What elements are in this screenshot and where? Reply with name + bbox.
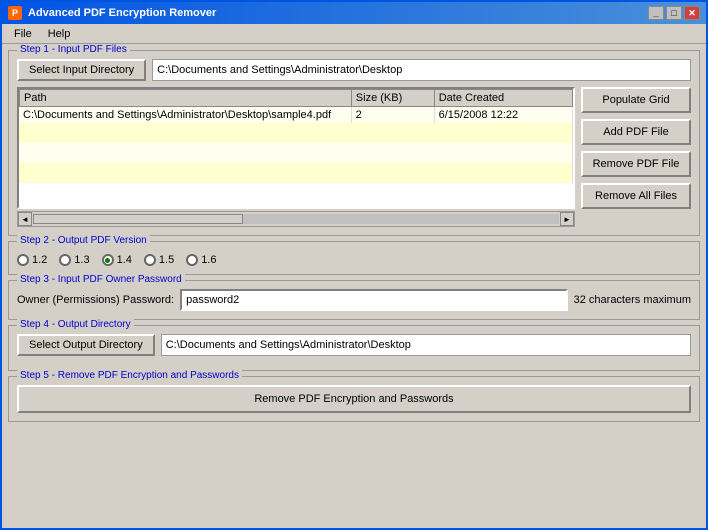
window-title: Advanced PDF Encryption Remover (28, 7, 648, 19)
scroll-track[interactable] (33, 214, 559, 224)
max-chars-label: 32 characters maximum (574, 294, 691, 306)
col-path: Path (20, 90, 352, 107)
step4-section: Step 4 - Output Directory Select Output … (8, 325, 700, 371)
menu-bar: File Help (2, 24, 706, 44)
step5-label: Step 5 - Remove PDF Encryption and Passw… (17, 370, 242, 381)
menu-file[interactable]: File (6, 26, 40, 42)
table-wrapper: Path Size (KB) Date Created C:\Docu (17, 87, 575, 227)
file-data-table: C:\Documents and Settings\Administrator\… (19, 107, 573, 183)
step5-section: Step 5 - Remove PDF Encryption and Passw… (8, 376, 700, 422)
populate-grid-button[interactable]: Populate Grid (581, 87, 691, 113)
radio-label-v16: 1.6 (201, 254, 216, 266)
radio-circle-v16[interactable] (186, 254, 198, 266)
step3-label: Step 3 - Input PDF Owner Password (17, 274, 185, 285)
version-radio-group: 1.2 1.3 1.4 1.5 1.6 (17, 254, 691, 266)
input-path-display: C:\Documents and Settings\Administrator\… (152, 59, 691, 81)
step4-label: Step 4 - Output Directory (17, 319, 134, 330)
owner-password-label: Owner (Permissions) Password: (17, 294, 174, 306)
radio-circle-v14[interactable] (102, 254, 114, 266)
select-input-dir-button[interactable]: Select Input Directory (17, 59, 146, 81)
step3-section: Step 3 - Input PDF Owner Password Owner … (8, 280, 700, 320)
step1-section: Step 1 - Input PDF Files Select Input Di… (8, 50, 700, 236)
step1-label: Step 1 - Input PDF Files (17, 44, 130, 55)
step2-label: Step 2 - Output PDF Version (17, 235, 150, 246)
remove-encryption-button[interactable]: Remove PDF Encryption and Passwords (17, 385, 691, 413)
scroll-right-button[interactable]: ► (560, 212, 574, 226)
file-table-border: Path Size (KB) Date Created C:\Docu (17, 87, 575, 209)
remove-pdf-file-button[interactable]: Remove PDF File (581, 151, 691, 177)
col-date: Date Created (434, 90, 572, 107)
output-path-display: C:\Documents and Settings\Administrator\… (161, 334, 691, 356)
maximize-button[interactable]: □ (666, 6, 682, 20)
scroll-thumb[interactable] (33, 214, 243, 224)
app-icon: P (8, 6, 22, 20)
radio-v12[interactable]: 1.2 (17, 254, 47, 266)
minimize-button[interactable]: _ (648, 6, 664, 20)
radio-v14[interactable]: 1.4 (102, 254, 132, 266)
cell-size: 2 (351, 107, 434, 123)
table-row: C:\Documents and Settings\Administrator\… (19, 107, 573, 123)
radio-label-v15: 1.5 (159, 254, 174, 266)
file-table-container: Path Size (KB) Date Created C:\Docu (17, 87, 691, 227)
password-input[interactable] (180, 289, 568, 311)
cell-path: C:\Documents and Settings\Administrator\… (19, 107, 351, 123)
radio-circle-v13[interactable] (59, 254, 71, 266)
file-table: Path Size (KB) Date Created (19, 89, 573, 107)
table-row-empty (19, 123, 573, 143)
radio-label-v12: 1.2 (32, 254, 47, 266)
menu-help[interactable]: Help (40, 26, 79, 42)
radio-v13[interactable]: 1.3 (59, 254, 89, 266)
add-pdf-file-button[interactable]: Add PDF File (581, 119, 691, 145)
cell-date: 6/15/2008 12:22 (434, 107, 572, 123)
radio-circle-v15[interactable] (144, 254, 156, 266)
radio-label-v13: 1.3 (74, 254, 89, 266)
step3-row: Owner (Permissions) Password: 32 charact… (17, 289, 691, 311)
main-window: P Advanced PDF Encryption Remover _ □ ✕ … (0, 0, 708, 530)
step4-row: Select Output Directory C:\Documents and… (17, 334, 691, 356)
radio-label-v14: 1.4 (117, 254, 132, 266)
radio-circle-v12[interactable] (17, 254, 29, 266)
step1-top-row: Select Input Directory C:\Documents and … (17, 59, 691, 81)
table-row-empty3 (19, 163, 573, 183)
close-button[interactable]: ✕ (684, 6, 700, 20)
title-buttons: _ □ ✕ (648, 6, 700, 20)
step2-section: Step 2 - Output PDF Version 1.2 1.3 1.4 … (8, 241, 700, 275)
col-size: Size (KB) (351, 90, 434, 107)
radio-v15[interactable]: 1.5 (144, 254, 174, 266)
table-row-empty2 (19, 143, 573, 163)
scroll-left-button[interactable]: ◄ (18, 212, 32, 226)
horizontal-scrollbar[interactable]: ◄ ► (17, 211, 575, 227)
main-content: Step 1 - Input PDF Files Select Input Di… (2, 44, 706, 528)
table-scroll[interactable]: C:\Documents and Settings\Administrator\… (19, 107, 573, 207)
step5-inner: Remove PDF Encryption and Passwords (17, 385, 691, 413)
side-buttons: Populate Grid Add PDF File Remove PDF Fi… (581, 87, 691, 227)
remove-all-files-button[interactable]: Remove All Files (581, 183, 691, 209)
select-output-dir-button[interactable]: Select Output Directory (17, 334, 155, 356)
title-bar: P Advanced PDF Encryption Remover _ □ ✕ (2, 2, 706, 24)
radio-v16[interactable]: 1.6 (186, 254, 216, 266)
